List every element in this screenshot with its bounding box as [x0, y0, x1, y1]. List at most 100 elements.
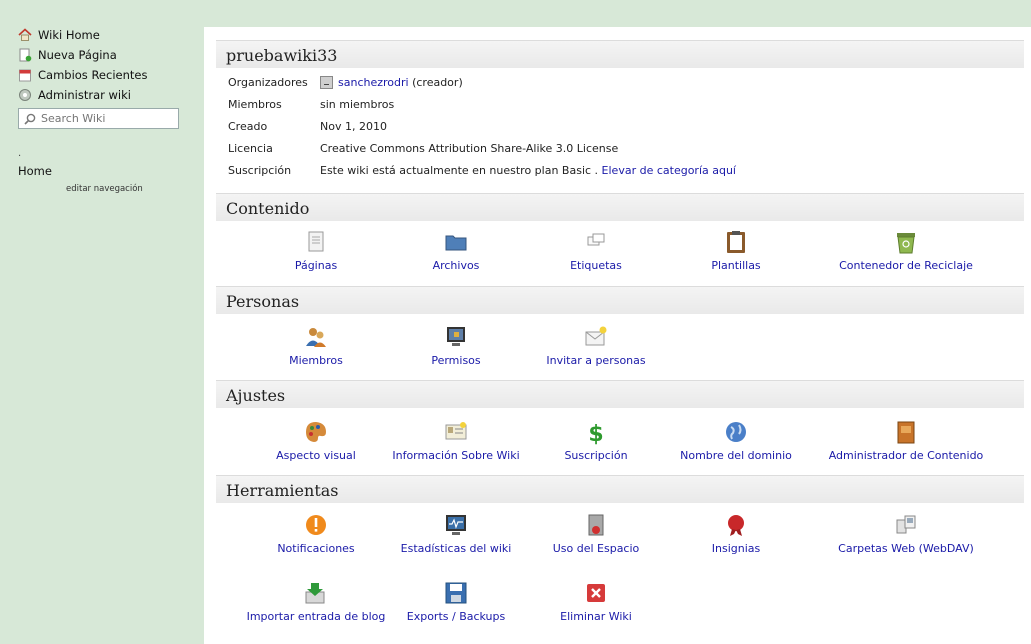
- info-value: sin miembros: [320, 97, 395, 111]
- wiki-info-label: Información Sobre Wiki: [392, 449, 520, 462]
- organizer-role: (creador): [408, 75, 463, 89]
- delete-icon: [583, 580, 609, 606]
- look-and-feel-tool[interactable]: Aspecto visual: [241, 419, 391, 462]
- info-key: Suscripción: [228, 163, 292, 177]
- info-key: Miembros: [228, 97, 282, 111]
- globe-icon: [723, 419, 749, 445]
- calendar-icon: [18, 68, 32, 82]
- palette-icon: [303, 419, 329, 445]
- wiki-info-icon: [443, 419, 469, 445]
- info-row-members: Miembros sin miembros: [228, 93, 736, 115]
- recycle-bin-tool[interactable]: Contenedor de Reciclaje: [816, 229, 996, 272]
- sidebar-nav: Wiki Home Nueva Página Cambios Recientes…: [18, 25, 147, 105]
- pages-icon: [303, 229, 329, 255]
- info-key: Organizadores: [228, 75, 308, 89]
- exports-tool[interactable]: Exports / Backups: [381, 580, 531, 623]
- main-panel: pruebawiki33 Organizadores sanchezrodri …: [204, 27, 1031, 644]
- exports-label: Exports / Backups: [406, 610, 506, 623]
- sidebar-item-recent-changes[interactable]: Cambios Recientes: [18, 65, 147, 85]
- section-personas-header: Personas: [216, 286, 1024, 314]
- save-icon: [443, 580, 469, 606]
- stats-tool[interactable]: Estadísticas del wiki: [381, 512, 531, 555]
- wiki-info-tool[interactable]: Información Sobre Wiki: [381, 419, 531, 462]
- admin-icon: [18, 88, 32, 102]
- section-contenido-header: Contenido: [216, 193, 1024, 221]
- sidebar-item-new-page[interactable]: Nueva Página: [18, 45, 147, 65]
- subscription-tool[interactable]: $ Suscripción: [521, 419, 671, 462]
- info-row-license: Licencia Creative Commons Attribution Sh…: [228, 137, 736, 159]
- upgrade-link[interactable]: Elevar de categoría aquí: [602, 164, 736, 177]
- recycle-bin-icon: [893, 229, 919, 255]
- new-page-icon: [18, 48, 32, 62]
- sidebar-item-admin[interactable]: Administrar wiki: [18, 85, 147, 105]
- sidebar-item-wiki-home[interactable]: Wiki Home: [18, 25, 147, 45]
- templates-label: Plantillas: [711, 259, 761, 272]
- files-tool[interactable]: Archivos: [381, 229, 531, 272]
- members-tool[interactable]: Miembros: [241, 324, 391, 367]
- sidebar-item-label: Administrar wiki: [38, 88, 131, 102]
- recycle-bin-label: Contenedor de Reciclaje: [839, 259, 973, 272]
- look-and-feel-label: Aspecto visual: [276, 449, 356, 462]
- tags-icon: [583, 229, 609, 255]
- content-manager-label: Administrador de Contenido: [828, 449, 984, 462]
- license-link[interactable]: Creative Commons Attribution Share-Alike…: [320, 142, 618, 155]
- sidebar-item-label: Nueva Página: [38, 48, 117, 62]
- alert-icon: [303, 512, 329, 538]
- stats-label: Estadísticas del wiki: [400, 542, 512, 555]
- webdav-label: Carpetas Web (WebDAV): [838, 542, 974, 555]
- wiki-info-table: Organizadores sanchezrodri (creador) Mie…: [228, 71, 736, 181]
- lock-monitor-icon: [443, 324, 469, 350]
- sidebar-dot: .: [18, 148, 22, 159]
- domain-tool[interactable]: Nombre del dominio: [661, 419, 811, 462]
- space-usage-label: Uso del Espacio: [552, 542, 640, 555]
- subscription-text: Este wiki está actualmente en nuestro pl…: [320, 163, 602, 177]
- edit-navigation-link[interactable]: editar navegación: [66, 184, 143, 194]
- info-value: Nov 1, 2010: [320, 119, 387, 133]
- sidebar-item-label: Wiki Home: [38, 28, 100, 42]
- section-ajustes-header: Ajustes: [216, 380, 1024, 408]
- dollar-icon: $: [583, 419, 609, 447]
- disk-usage-icon: [583, 512, 609, 538]
- invite-label: Invitar a personas: [546, 354, 646, 367]
- import-blog-tool[interactable]: Importar entrada de blog: [241, 580, 391, 623]
- import-icon: [303, 580, 329, 606]
- content-manager-tool[interactable]: Administrador de Contenido: [816, 419, 996, 462]
- organizer-link[interactable]: sanchezrodri: [338, 76, 409, 89]
- search-box[interactable]: [18, 108, 179, 129]
- permissions-label: Permisos: [431, 354, 481, 367]
- sidebar: Wiki Home Nueva Página Cambios Recientes…: [0, 0, 200, 644]
- domain-label: Nombre del dominio: [680, 449, 792, 462]
- info-value: sanchezrodri (creador): [320, 75, 463, 89]
- pages-label: Páginas: [294, 259, 338, 272]
- notifications-tool[interactable]: Notificaciones: [241, 512, 391, 555]
- templates-tool[interactable]: Plantillas: [661, 229, 811, 272]
- sidebar-item-label: Cambios Recientes: [38, 68, 148, 82]
- section-herramientas-header: Herramientas: [216, 475, 1024, 503]
- info-row-subscription: Suscripción Este wiki está actualmente e…: [228, 159, 736, 181]
- sidebar-home-link[interactable]: Home: [18, 164, 52, 178]
- webdav-tool[interactable]: Carpetas Web (WebDAV): [816, 512, 996, 555]
- info-value: Este wiki está actualmente en nuestro pl…: [320, 164, 736, 177]
- permissions-tool[interactable]: Permisos: [381, 324, 531, 367]
- info-key: Licencia: [228, 141, 273, 155]
- delete-wiki-tool[interactable]: Eliminar Wiki: [521, 580, 671, 623]
- notifications-label: Notificaciones: [277, 542, 355, 555]
- invite-tool[interactable]: Invitar a personas: [521, 324, 671, 367]
- info-row-created: Creado Nov 1, 2010: [228, 115, 736, 137]
- badge-icon: [723, 512, 749, 538]
- files-label: Archivos: [432, 259, 480, 272]
- info-row-organizers: Organizadores sanchezrodri (creador): [228, 71, 736, 93]
- info-key: Creado: [228, 119, 268, 133]
- tags-tool[interactable]: Etiquetas: [521, 229, 671, 272]
- home-icon: [18, 28, 32, 42]
- badges-tool[interactable]: Insignias: [661, 512, 811, 555]
- delete-wiki-label: Eliminar Wiki: [560, 610, 632, 623]
- search-input[interactable]: [41, 110, 171, 127]
- book-icon: [893, 419, 919, 445]
- pages-tool[interactable]: Páginas: [241, 229, 391, 272]
- stats-monitor-icon: [443, 512, 469, 538]
- folder-icon: [443, 229, 469, 255]
- search-icon: [23, 112, 37, 126]
- space-usage-tool[interactable]: Uso del Espacio: [521, 512, 671, 555]
- wiki-title: pruebawiki33: [216, 40, 1024, 68]
